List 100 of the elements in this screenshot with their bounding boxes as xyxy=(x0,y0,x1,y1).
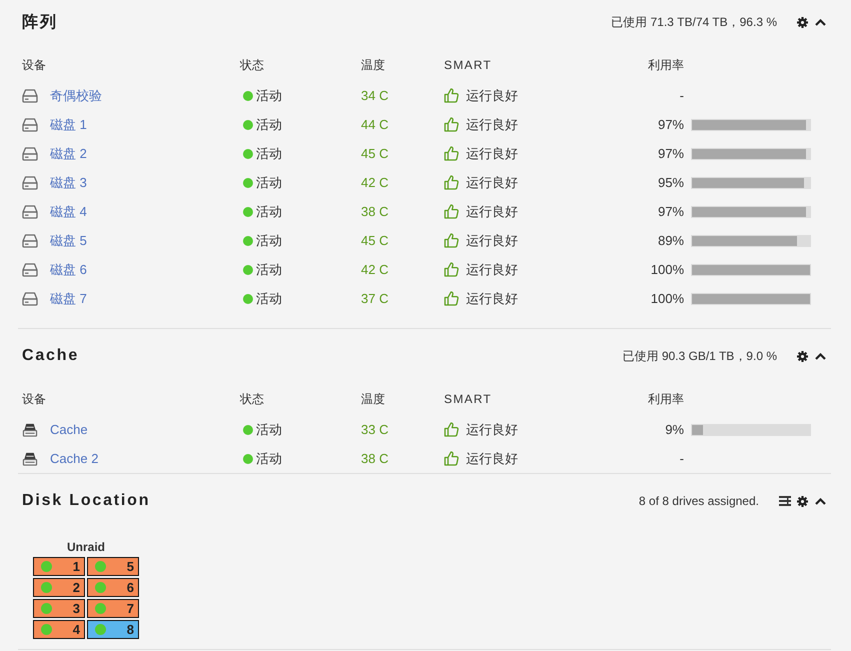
device-link[interactable]: 磁盘 6 xyxy=(50,260,87,278)
section-title: Cache xyxy=(22,347,80,365)
column-header: 状态 xyxy=(240,56,265,74)
status-dot-icon xyxy=(95,624,106,635)
status-dot-icon xyxy=(243,454,253,464)
status-dot-icon xyxy=(95,561,106,572)
temperature-text: 33 C xyxy=(361,422,388,437)
temperature-text: 44 C xyxy=(361,117,388,132)
tray-label: Unraid xyxy=(66,539,105,555)
usage-percent: 100% xyxy=(650,291,684,306)
usage-percent: 95% xyxy=(658,175,684,190)
device-link[interactable]: 磁盘 7 xyxy=(50,290,87,308)
status-text: 活动 xyxy=(256,202,282,220)
drive-icon xyxy=(22,422,38,436)
column-header: SMART xyxy=(444,392,493,406)
temperature-text: 45 C xyxy=(361,146,388,161)
slot-number: 7 xyxy=(126,601,134,616)
status-dot-icon xyxy=(41,603,52,614)
smart-status-text: 运行良好 xyxy=(466,232,518,250)
device-link[interactable]: 磁盘 2 xyxy=(50,144,87,162)
column-header: 利用率 xyxy=(647,56,684,74)
usage-percent: 89% xyxy=(658,233,684,248)
chevron-icon[interactable] xyxy=(815,498,826,504)
smart-status-text: 运行良好 xyxy=(466,202,518,220)
column-header: SMART xyxy=(444,58,493,72)
thumbs-up-icon xyxy=(444,88,459,103)
status-dot-icon xyxy=(243,294,253,304)
device-link[interactable]: Cache xyxy=(50,422,88,437)
thumbs-up-icon xyxy=(444,233,459,248)
smart-status-text: 运行良好 xyxy=(466,260,518,278)
thumbs-up-icon xyxy=(444,117,459,132)
smart-status-text: 运行良好 xyxy=(466,420,518,438)
thumbs-up-icon xyxy=(444,291,459,306)
status-text: 活动 xyxy=(256,260,282,278)
status-text: 活动 xyxy=(256,144,282,162)
status-dot-icon xyxy=(41,624,52,635)
status-dot-icon xyxy=(243,178,253,188)
slot-number: 6 xyxy=(126,580,134,595)
device-link[interactable]: 磁盘 3 xyxy=(50,174,87,192)
status-dot-icon xyxy=(243,236,253,246)
usage-percent: 97% xyxy=(658,204,684,219)
slot-number: 8 xyxy=(126,622,134,637)
usage-percent: 100% xyxy=(650,262,684,277)
slot-number: 3 xyxy=(72,601,80,616)
usage-summary: 已使用 90.3 GB/1 TB，9.0 % xyxy=(622,348,777,364)
thumbs-up-icon xyxy=(444,204,459,219)
usage-summary: 8 of 8 drives assigned. xyxy=(638,494,759,508)
usage-percent: - xyxy=(680,451,684,466)
usage-percent: 97% xyxy=(658,146,684,161)
hard-drive-icon xyxy=(22,234,38,248)
status-dot-icon xyxy=(243,120,253,130)
column-header: 设备 xyxy=(22,390,47,408)
status-text: 活动 xyxy=(256,86,282,104)
status-text: 活动 xyxy=(256,116,282,134)
usage-summary: 已使用 71.3 TB/74 TB，96.3 % xyxy=(611,14,777,30)
status-dot-icon xyxy=(95,582,106,593)
status-dot-icon xyxy=(41,582,52,593)
slot-number: 5 xyxy=(126,559,134,574)
status-dot-icon xyxy=(243,424,253,434)
hard-drive-icon xyxy=(22,292,38,306)
slot-number: 4 xyxy=(72,622,80,637)
device-link[interactable]: 磁盘 1 xyxy=(50,116,87,134)
status-text: 活动 xyxy=(256,232,282,250)
hard-drive-icon xyxy=(22,118,38,132)
slot-number: 2 xyxy=(72,580,80,595)
hard-drive-icon xyxy=(22,262,38,276)
settings-icon[interactable] xyxy=(797,496,808,506)
thumbs-up-icon xyxy=(444,262,459,277)
list-icon[interactable] xyxy=(779,496,791,506)
temperature-text: 38 C xyxy=(361,204,388,219)
column-header: 利用率 xyxy=(647,390,684,408)
status-dot-icon xyxy=(243,90,253,100)
device-link[interactable]: 奇偶校验 xyxy=(50,86,102,104)
thumbs-up-icon xyxy=(444,451,459,466)
drive-icon xyxy=(22,452,38,466)
usage-percent: 97% xyxy=(658,117,684,132)
usage-percent: - xyxy=(680,88,684,103)
temperature-text: 34 C xyxy=(361,88,388,103)
chevron-icon[interactable] xyxy=(815,18,826,26)
column-header: 温度 xyxy=(361,390,386,408)
section-title: Disk Location xyxy=(22,492,150,510)
thumbs-up-icon xyxy=(444,146,459,161)
section-title: 阵列 xyxy=(22,12,58,32)
column-header: 状态 xyxy=(240,390,265,408)
device-link[interactable]: 磁盘 4 xyxy=(50,202,87,220)
settings-icon[interactable] xyxy=(797,350,808,362)
status-text: 活动 xyxy=(256,420,282,438)
temperature-text: 42 C xyxy=(361,175,388,190)
device-link[interactable]: 磁盘 5 xyxy=(50,232,87,250)
thumbs-up-icon xyxy=(444,175,459,190)
temperature-text: 45 C xyxy=(361,233,388,248)
hard-drive-icon xyxy=(22,88,38,102)
chevron-icon[interactable] xyxy=(815,352,826,360)
device-link[interactable]: Cache 2 xyxy=(50,451,98,466)
slot-number: 1 xyxy=(72,559,80,574)
status-text: 活动 xyxy=(256,290,282,308)
smart-status-text: 运行良好 xyxy=(466,86,518,104)
settings-icon[interactable] xyxy=(797,16,808,28)
smart-status-text: 运行良好 xyxy=(466,116,518,134)
status-dot-icon xyxy=(243,264,253,274)
